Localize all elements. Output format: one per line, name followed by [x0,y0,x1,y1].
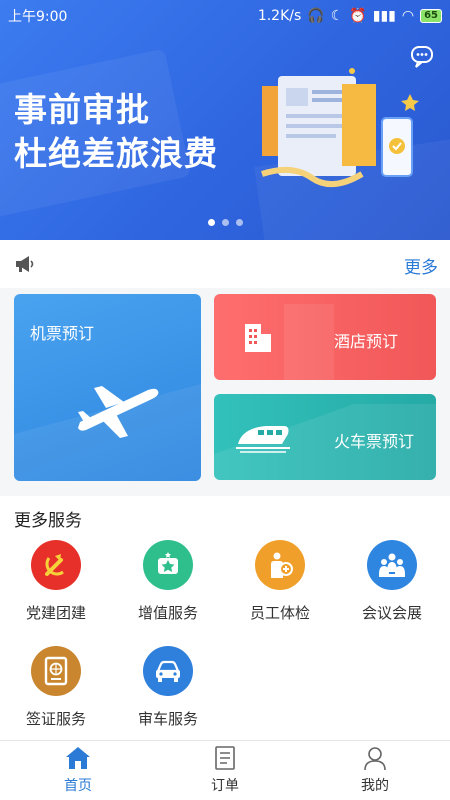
service-party-building[interactable]: 党建团建 [0,540,112,623]
train-booking-card[interactable]: 火车票预订 [214,394,436,480]
pagination-dot[interactable] [207,219,215,226]
service-label: 会议会展 [361,604,422,622]
headset-icon: 🎧 [307,8,325,24]
hotel-building-icon [245,324,271,352]
wifi-icon: ◠ [401,8,415,24]
service-label: 审车服务 [137,710,198,728]
megaphone-icon [16,256,34,272]
pagination-dot[interactable] [235,219,243,226]
user-icon [364,747,386,771]
pagination-dot[interactable] [221,219,229,226]
hotel-booking-label: 酒店预订 [333,332,398,351]
network-speed: 1.2K/s [257,8,302,24]
notice-more-link[interactable]: 更多 [404,253,438,278]
tab-orders[interactable]: 订单 [175,745,275,795]
promo-banner[interactable]: 上午9:00 1.2K/s 🎧 ☾ ⏰ ▮▮▮ ◠ 65 事前审批 杜绝差旅浪费 [0,0,450,240]
section-title: 更多服务 [14,511,82,531]
orders-icon [215,746,235,770]
home-icon [66,747,90,769]
banner-pagination [0,219,450,226]
status-time: 上午9:00 [8,9,68,25]
car-icon [143,646,193,696]
banner-slogan: 事前审批 杜绝差旅浪费 [14,88,218,176]
service-label: 党建团建 [25,604,86,622]
signal-icon: ▮▮▮ [372,8,396,24]
airplane-icon [14,384,201,481]
train-booking-label: 火车票预订 [333,432,414,451]
card-decoration [284,304,334,380]
service-label: 增值服务 [137,604,198,622]
tab-home[interactable]: 首页 [28,745,128,795]
service-label: 签证服务 [25,710,86,728]
more-services-section: 更多服务 党建团建 增值服务 员工体检 会议会展 签证服务 审车服务 [0,496,450,741]
hotel-booking-card[interactable]: 酒店预订 [214,294,436,380]
party-flag-icon [31,540,81,590]
service-health-checkup[interactable]: 员工体检 [224,540,336,623]
tab-mine-label: 我的 [361,778,389,794]
service-value-added[interactable]: 增值服务 [112,540,224,623]
status-bar: 上午9:00 1.2K/s 🎧 ☾ ⏰ ▮▮▮ ◠ 65 [0,0,450,32]
health-checkup-icon [255,540,305,590]
notice-bar: 更多 [0,240,450,288]
banner-line-1: 事前审批 [14,90,150,129]
star-icon [143,540,193,590]
approval-document-illustration [261,68,419,187]
battery-icon: 65 [420,9,442,23]
tab-home-label: 首页 [64,778,92,794]
alarm-icon: ⏰ [349,8,367,24]
service-visa[interactable]: 签证服务 [0,646,112,729]
meeting-icon [367,540,417,590]
service-label: 员工体检 [249,604,310,622]
bottom-tab-bar: 首页 订单 我的 [0,740,450,800]
service-vehicle-inspection[interactable]: 审车服务 [112,646,224,729]
service-meetings[interactable]: 会议会展 [336,540,448,623]
flight-booking-label: 机票预订 [30,324,95,343]
flight-booking-card[interactable]: 机票预订 [14,294,201,481]
tab-orders-label: 订单 [211,778,239,794]
banner-line-2: 杜绝差旅浪费 [14,134,218,173]
moon-icon: ☾ [330,8,344,24]
tab-mine[interactable]: 我的 [325,745,425,795]
passport-icon [31,646,81,696]
